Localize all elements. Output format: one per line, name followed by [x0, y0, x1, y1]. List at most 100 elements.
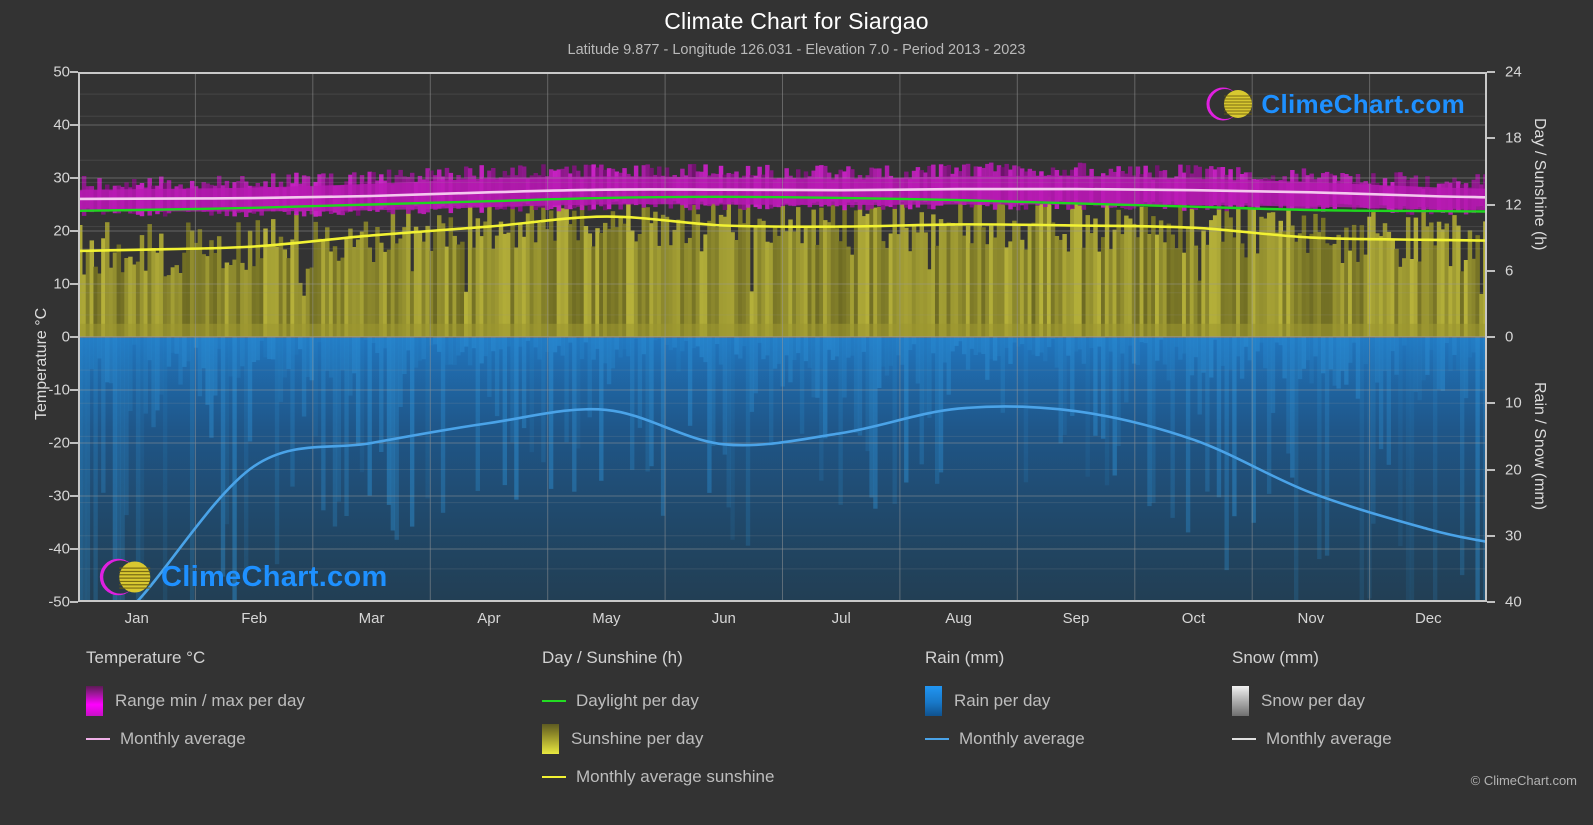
tick-mark: [1487, 601, 1495, 603]
page-subtitle: Latitude 9.877 - Longitude 126.031 - Ele…: [567, 42, 1026, 58]
y-tick-left: 50: [53, 63, 70, 81]
y-tick-left: 30: [53, 169, 70, 187]
climechart-logo-icon: [1206, 87, 1253, 121]
legend-column-rain: Rain (mm) Rain per day Monthly average: [925, 648, 1085, 758]
legend-swatch-sunshine-avg: [542, 776, 566, 778]
legend-heading-rain: Rain (mm): [925, 648, 1005, 667]
tick-mark: [1487, 468, 1495, 471]
x-tick-apr: Apr: [477, 610, 501, 627]
legend-heading-snow: Snow (mm): [1232, 648, 1319, 667]
legend-label-temp-range: Range min / max per day: [115, 691, 305, 710]
legend-item-rain-avg: Monthly average: [925, 720, 1085, 758]
tick-mark: [70, 548, 78, 550]
chart-plot-area: ClimeChart.com ClimeChart.com: [78, 72, 1487, 602]
legend-item-snow: Snow per day: [1232, 682, 1392, 720]
page-title: Climate Chart for Siargao: [664, 8, 929, 34]
legend-item-snow-avg: Monthly average: [1232, 720, 1392, 758]
tick-mark: [70, 389, 78, 391]
legend-swatch-sunshine: [542, 724, 559, 754]
y-tick-right-day: 24: [1505, 63, 1522, 81]
legend-column-daylight: Day / Sunshine (h) Daylight per day Suns…: [542, 648, 774, 796]
tick-mark: [1487, 71, 1495, 73]
tick-mark: [1487, 534, 1495, 537]
y-tick-left: 10: [53, 275, 70, 293]
tick-mark: [1487, 336, 1495, 338]
legend-swatch-rain-avg: [925, 738, 949, 740]
legend-label-daylight: Daylight per day: [576, 691, 699, 710]
legend-item-daylight: Daylight per day: [542, 682, 774, 720]
x-tick-jul: Jul: [831, 610, 851, 627]
legend-swatch-temp-range: [86, 686, 103, 716]
x-tick-mar: Mar: [358, 610, 385, 627]
tick-mark: [1487, 203, 1495, 206]
y-tick-right-day: 0: [1505, 328, 1514, 346]
y-tick-left: -30: [48, 487, 70, 505]
y-tick-right-day: 18: [1505, 129, 1522, 147]
legend-swatch-rain: [925, 686, 942, 716]
y-tick-right-rain: 30: [1505, 527, 1522, 545]
y-tick-left: -10: [48, 381, 70, 399]
tick-mark: [70, 442, 78, 444]
climate-chart-page: { "header": { "title": "Climate Chart fo…: [0, 0, 1593, 825]
tick-mark: [70, 601, 78, 603]
y-tick-right-rain: 40: [1505, 593, 1522, 611]
legend-item-rain: Rain per day: [925, 682, 1085, 720]
plot-border-top: [78, 72, 1487, 74]
legend-item-temp-avg: Monthly average: [86, 720, 305, 758]
watermark-logo-bottom: ClimeChart.com: [96, 552, 388, 602]
x-tick-jun: Jun: [711, 610, 736, 627]
y-tick-left: -20: [48, 434, 70, 452]
legend-swatch-snow: [1232, 686, 1249, 716]
tick-mark: [70, 177, 78, 179]
tick-mark: [70, 230, 78, 232]
legend-heading-daylight: Day / Sunshine (h): [542, 648, 683, 667]
watermark-logo-top: ClimeChart.com: [1203, 82, 1465, 126]
x-tick-nov: Nov: [1297, 610, 1325, 627]
tick-mark: [70, 71, 78, 73]
y-tick-left: 40: [53, 116, 70, 134]
tick-mark: [70, 495, 78, 497]
x-tick-oct: Oct: [1181, 610, 1206, 627]
chart-legend: Temperature °C Range min / max per day M…: [0, 648, 1593, 808]
legend-label-snow: Snow per day: [1261, 691, 1365, 710]
legend-label-sunshine-avg: Monthly average sunshine: [576, 767, 775, 786]
tick-mark: [1487, 402, 1495, 405]
x-tick-dec: Dec: [1414, 610, 1442, 627]
plot-border-left: [78, 72, 80, 602]
legend-swatch-snow-avg: [1232, 738, 1256, 740]
x-tick-may: May: [592, 610, 621, 627]
legend-column-temperature: Temperature °C Range min / max per day M…: [86, 648, 305, 758]
watermark-text-bottom: ClimeChart.com: [161, 560, 388, 593]
legend-item-temp-range: Range min / max per day: [86, 682, 305, 720]
y-tick-right-rain: 10: [1505, 394, 1522, 412]
x-tick-jan: Jan: [124, 610, 149, 627]
x-tick-aug: Aug: [945, 610, 972, 627]
y-tick-left: -40: [48, 540, 70, 558]
legend-label-rain-avg: Monthly average: [959, 729, 1085, 748]
legend-heading-temperature: Temperature °C: [86, 648, 206, 667]
copyright-notice: © ClimeChart.com: [1470, 773, 1577, 788]
climechart-logo-icon-2: [99, 558, 151, 596]
legend-label-sunshine: Sunshine per day: [571, 729, 704, 748]
legend-label-rain: Rain per day: [954, 691, 1051, 710]
legend-label-temp-avg: Monthly average: [120, 729, 246, 748]
y-tick-left: 0: [61, 328, 70, 346]
y-tick-left: -50: [48, 593, 70, 611]
tick-mark: [1487, 137, 1495, 140]
legend-swatch-daylight: [542, 700, 566, 702]
y-tick-right-rain: 20: [1505, 461, 1522, 478]
legend-item-sunshine-avg: Monthly average sunshine: [542, 758, 774, 796]
tick-mark: [70, 283, 78, 285]
legend-item-sunshine: Sunshine per day: [542, 720, 774, 758]
tick-mark: [1487, 269, 1495, 272]
y-tick-left: 20: [53, 222, 70, 240]
tick-mark: [70, 336, 78, 338]
axis-title-temperature: Temperature °C: [33, 307, 50, 420]
legend-label-snow-avg: Monthly average: [1266, 729, 1392, 748]
tick-mark: [70, 124, 78, 126]
y-tick-right-day: 6: [1505, 262, 1514, 280]
watermark-text-top: ClimeChart.com: [1261, 88, 1465, 119]
chart-svg: [78, 72, 1487, 602]
legend-column-snow: Snow (mm) Snow per day Monthly average: [1232, 648, 1392, 758]
legend-swatch-temp-avg: [86, 738, 110, 740]
